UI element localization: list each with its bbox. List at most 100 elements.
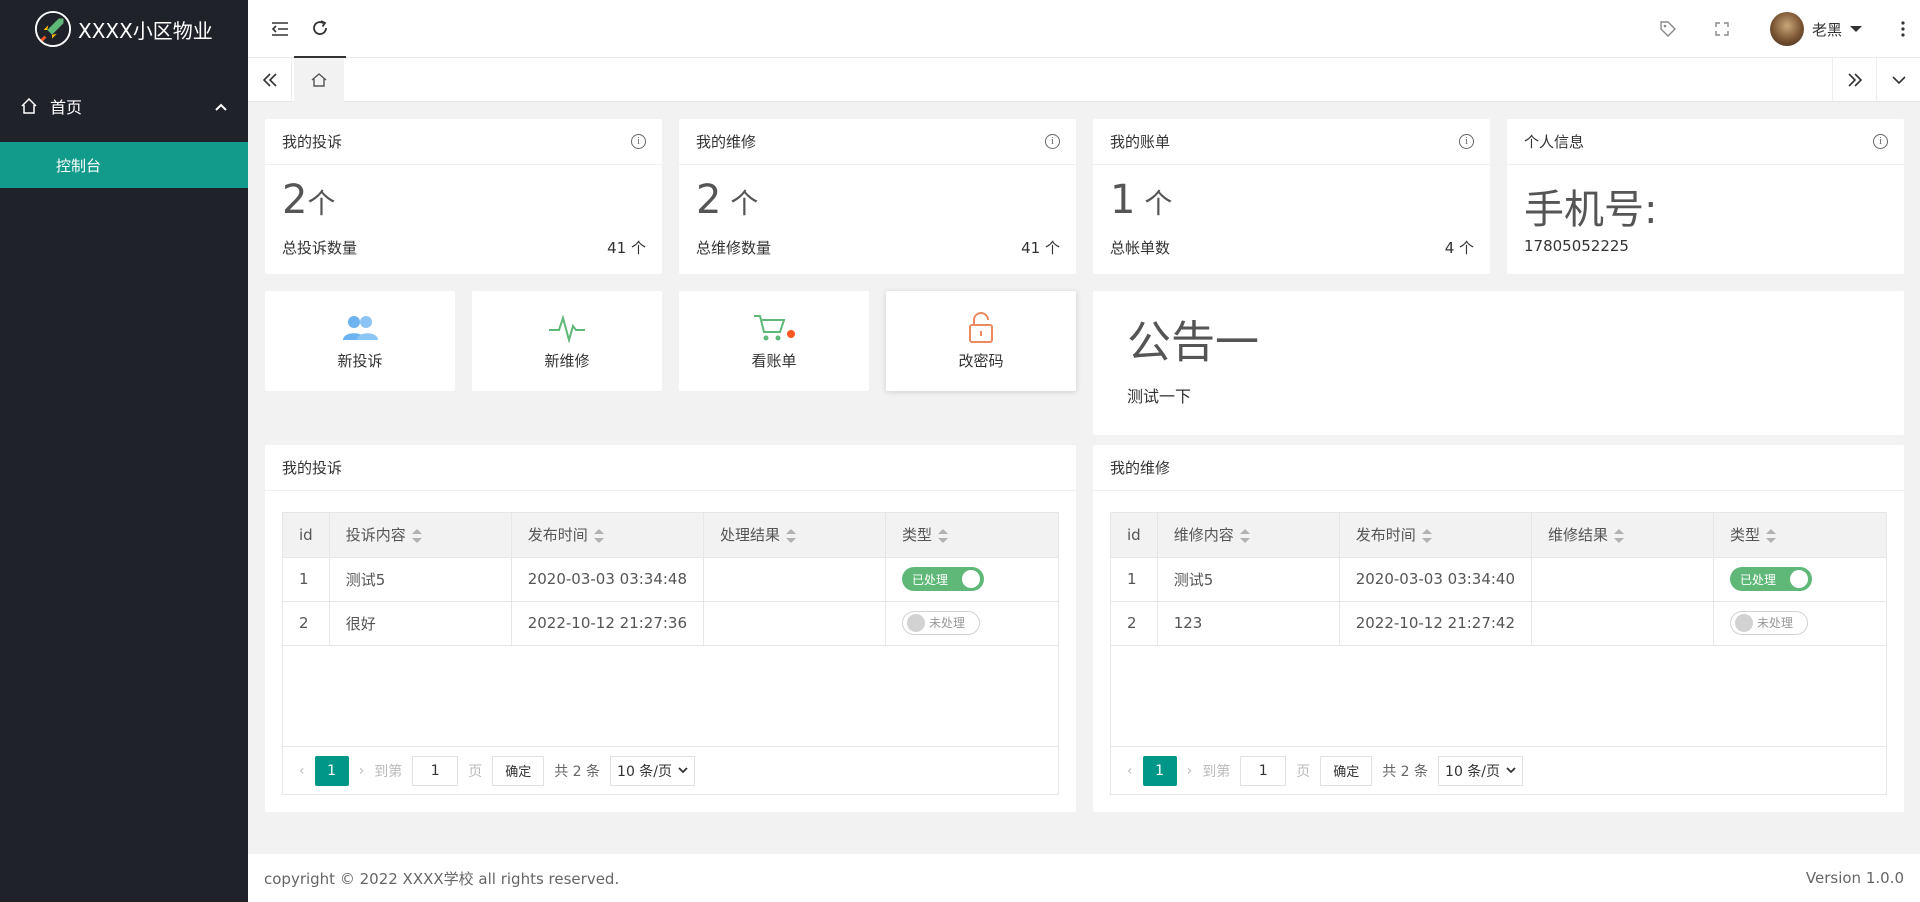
notice-title: 公告一 <box>1127 317 1259 368</box>
table-row[interactable]: 1 测试5 2020-03-03 03:34:40 已处理 <box>1111 557 1886 602</box>
info-icon[interactable]: i <box>1873 134 1888 149</box>
goto-confirm-button[interactable]: 确定 <box>492 755 545 786</box>
sidebar-item-label: 首页 <box>50 98 83 117</box>
tab-home[interactable] <box>294 58 344 102</box>
cell-content: 测试5 <box>329 557 512 602</box>
column-header[interactable]: 处理结果 <box>703 513 887 558</box>
menu-fold-button[interactable] <box>262 0 298 58</box>
quick-label: 新维修 <box>544 351 590 370</box>
page-size-select[interactable]: 10 条/页 <box>1438 755 1524 786</box>
page-unit: 页 <box>1296 763 1311 780</box>
stat-card-complaints: 我的投诉 i 2个 总投诉数量 41 个 <box>265 119 662 274</box>
page-button-current[interactable]: 1 <box>1142 755 1177 786</box>
cell-status: 已处理 <box>885 557 1058 602</box>
sidebar-item-label: 控制台 <box>56 156 102 175</box>
repairs-card: 我的维修 id 维修内容 发布时间 维修结果 类型 1 测试5 2020-03-… <box>1093 445 1904 812</box>
double-chevron-left-icon <box>262 73 277 87</box>
table-header-row: id 维修内容 发布时间 维修结果 类型 <box>1111 513 1886 558</box>
app-logo[interactable]: XXXX小区物业 <box>0 0 248 58</box>
status-switch[interactable]: 未处理 <box>902 610 981 635</box>
user-menu[interactable]: 老黑 <box>1770 0 1880 58</box>
prev-page-icon[interactable]: ‹ <box>299 763 305 779</box>
complaints-table: id 投诉内容 发布时间 处理结果 类型 1 测试5 2020-03-03 03… <box>282 512 1059 795</box>
info-icon[interactable]: i <box>631 134 646 149</box>
card-title: 我的维修 <box>1110 459 1171 477</box>
column-header[interactable]: id <box>283 513 330 558</box>
pulse-icon <box>549 314 585 344</box>
stat-card-bills: 我的账单 i 1 个 总帐单数 4 个 <box>1093 119 1490 274</box>
next-page-icon[interactable]: › <box>1187 763 1193 779</box>
stat-card-profile: 个人信息 i 手机号: 17805052225 <box>1507 119 1904 274</box>
column-header[interactable]: 类型 <box>885 513 1058 558</box>
page-input[interactable]: 1 <box>1240 755 1287 786</box>
info-icon[interactable]: i <box>1045 134 1060 149</box>
more-button[interactable] <box>1888 0 1918 58</box>
refresh-button[interactable] <box>294 0 346 58</box>
stat-value: 2个 <box>282 177 336 223</box>
table-row[interactable]: 2 123 2022-10-12 21:27:42 未处理 <box>1111 601 1886 646</box>
tab-scroll-right-button[interactable] <box>1832 58 1876 102</box>
double-chevron-right-icon <box>1847 73 1862 87</box>
notice-card: 公告一 测试一下 <box>1093 291 1904 435</box>
column-header[interactable]: 发布时间 <box>511 513 705 558</box>
chevron-up-icon <box>214 97 228 116</box>
column-header[interactable]: 投诉内容 <box>329 513 512 558</box>
info-icon[interactable]: i <box>1459 134 1474 149</box>
card-title: 我的投诉 <box>282 133 343 151</box>
sort-icon <box>1421 528 1432 543</box>
status-switch[interactable]: 已处理 <box>1730 567 1813 591</box>
sidebar-item-home[interactable]: 首页 <box>0 78 248 134</box>
cell-time: 2020-03-03 03:34:40 <box>1339 557 1533 602</box>
column-header[interactable]: 维修内容 <box>1157 513 1340 558</box>
quick-label: 改密码 <box>958 351 1004 370</box>
column-header[interactable]: 维修结果 <box>1531 513 1715 558</box>
table-row[interactable]: 1 测试5 2020-03-03 03:34:48 已处理 <box>283 557 1058 602</box>
stat-footer-label: 总帐单数 <box>1110 239 1171 257</box>
home-icon <box>20 97 38 115</box>
cell-time: 2020-03-03 03:34:48 <box>511 557 705 602</box>
change-password-button[interactable]: 改密码 <box>886 291 1076 391</box>
new-repair-button[interactable]: 新维修 <box>472 291 662 391</box>
cell-content: 测试5 <box>1157 557 1340 602</box>
tab-scroll-left-button[interactable] <box>248 58 292 102</box>
prev-page-icon[interactable]: ‹ <box>1127 763 1133 779</box>
new-complaint-button[interactable]: 新投诉 <box>265 291 455 391</box>
stat-card-repairs: 我的维修 i 2 个 总维修数量 41 个 <box>679 119 1076 274</box>
sidebar-item-console[interactable]: 控制台 <box>0 142 248 188</box>
chevron-down-icon <box>1891 76 1906 85</box>
tab-menu-button[interactable] <box>1876 58 1920 102</box>
more-icon <box>1901 21 1905 37</box>
phone-label: 手机号: <box>1524 187 1658 233</box>
repairs-table: id 维修内容 发布时间 维修结果 类型 1 测试5 2020-03-03 03… <box>1110 512 1887 795</box>
cell-id: 2 <box>1111 601 1158 646</box>
cell-result <box>703 557 887 602</box>
stat-footer-value: 4 个 <box>1444 239 1474 257</box>
fullscreen-button[interactable] <box>1704 0 1740 58</box>
tag-button[interactable] <box>1650 0 1686 58</box>
copyright-text: copyright © 2022 XXXX学校 all rights reser… <box>264 869 620 888</box>
cell-time: 2022-10-12 21:27:36 <box>511 601 705 646</box>
complaints-card: 我的投诉 id 投诉内容 发布时间 处理结果 类型 1 测试5 2020-03-… <box>265 445 1076 812</box>
goto-label: 到第 <box>1202 763 1231 780</box>
view-bills-button[interactable]: 看账单 <box>679 291 869 391</box>
goto-confirm-button[interactable]: 确定 <box>1320 755 1373 786</box>
next-page-icon[interactable]: › <box>359 763 365 779</box>
users-icon <box>343 315 378 340</box>
cell-content: 很好 <box>329 601 512 646</box>
cell-status: 未处理 <box>1713 601 1886 646</box>
column-header[interactable]: 类型 <box>1713 513 1886 558</box>
notice-body: 测试一下 <box>1127 387 1192 406</box>
status-switch[interactable]: 未处理 <box>1730 610 1809 635</box>
page-input[interactable]: 1 <box>412 755 459 786</box>
table-row[interactable]: 2 很好 2022-10-12 21:27:36 未处理 <box>283 601 1058 646</box>
sort-icon <box>1239 528 1250 543</box>
top-header: 老黑 <box>248 0 1920 58</box>
page-button-current[interactable]: 1 <box>314 755 349 786</box>
sort-icon <box>411 528 422 543</box>
status-switch[interactable]: 已处理 <box>902 567 985 591</box>
stat-footer-label: 总投诉数量 <box>282 239 358 257</box>
column-header[interactable]: 发布时间 <box>1339 513 1533 558</box>
stat-value: 1 个 <box>1110 177 1173 223</box>
column-header[interactable]: id <box>1111 513 1158 558</box>
page-size-select[interactable]: 10 条/页 <box>610 755 696 786</box>
